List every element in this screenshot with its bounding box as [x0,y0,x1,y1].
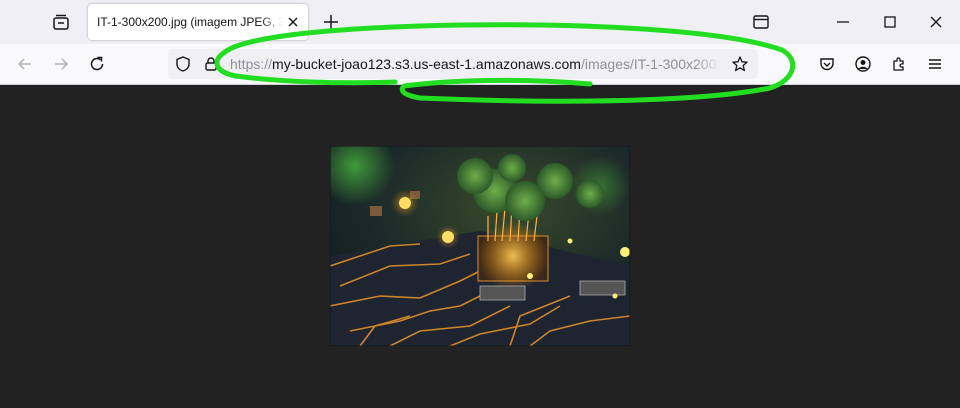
tab-title: IT-1-300x200.jpg (imagem JPEG, 300 × 200… [97,15,283,29]
minimize-icon[interactable] [832,11,854,33]
arrow-right-icon[interactable] [50,53,72,75]
tab-bar: IT-1-300x200.jpg (imagem JPEG, 300 × 200… [0,0,960,44]
tab-close-icon[interactable] [286,15,300,29]
url-scheme: https:// [230,56,273,72]
viewed-image[interactable] [330,146,630,346]
reload-icon[interactable] [86,53,108,75]
maximize-icon[interactable] [879,11,901,33]
arrow-left-icon[interactable] [14,53,36,75]
active-tab[interactable]: IT-1-300x200.jpg (imagem JPEG, 300 × 200… [88,4,308,40]
menu-icon[interactable] [924,53,946,75]
url-host: my-bucket-joao123.s3.us-east-1.amazonaws… [272,56,581,72]
image-viewer [0,85,960,408]
new-tab-button[interactable] [320,11,342,33]
list-all-tabs-icon[interactable] [50,11,72,33]
url-bar[interactable]: https://my-bucket-joao123.s3.us-east-1.a… [168,49,758,79]
lock-icon[interactable] [200,53,222,75]
shield-icon[interactable] [172,53,194,75]
url-path: /images/IT-1-300x200.jpg [580,56,720,72]
restore-icon[interactable] [750,11,772,33]
navigation-toolbar: https://my-bucket-joao123.s3.us-east-1.a… [0,44,960,85]
window-close-icon[interactable] [925,11,947,33]
extensions-icon[interactable] [888,53,910,75]
pocket-icon[interactable] [816,53,838,75]
url-text[interactable]: https://my-bucket-joao123.s3.us-east-1.a… [230,56,720,72]
star-icon[interactable] [729,53,751,75]
account-icon[interactable] [852,53,874,75]
